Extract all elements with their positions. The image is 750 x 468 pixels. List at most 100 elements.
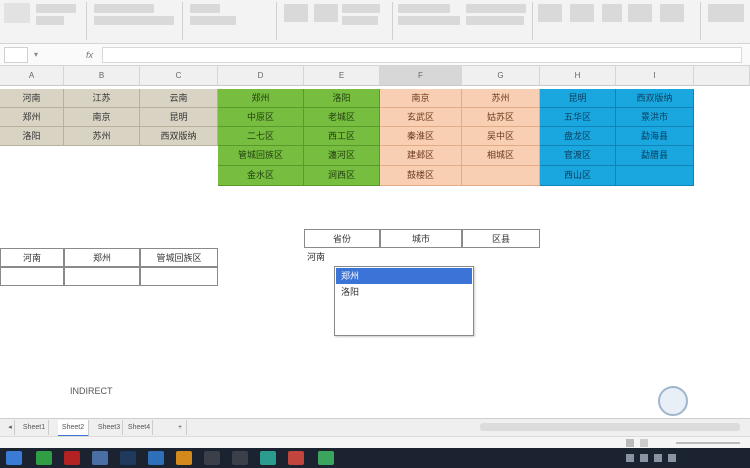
cell[interactable]: 西工区 [304, 127, 380, 146]
cell[interactable]: 郑州 [0, 108, 64, 127]
cell[interactable]: 南京 [380, 89, 462, 108]
cell[interactable] [64, 267, 140, 286]
dropdown-option[interactable]: 洛阳 [336, 284, 472, 300]
dropdown-option[interactable]: 郑州 [336, 268, 472, 284]
cell[interactable]: 玄武区 [380, 108, 462, 127]
active-cell-value[interactable]: 河南 [304, 248, 334, 267]
column-header-e[interactable]: E [304, 66, 380, 86]
cell[interactable]: 老城区 [304, 108, 380, 127]
cell[interactable]: 盘龙区 [540, 127, 616, 146]
cell[interactable]: 苏州 [64, 127, 140, 146]
cell[interactable]: 吴中区 [462, 127, 540, 146]
cell[interactable]: 勐海县 [616, 127, 694, 146]
sheet-tab-active[interactable]: Sheet2 [58, 420, 89, 437]
column-header-g[interactable]: G [462, 66, 540, 86]
tray-icon[interactable] [626, 454, 634, 462]
cell[interactable]: 鼓楼区 [380, 166, 462, 186]
column-header-b[interactable]: B [64, 66, 140, 86]
cell[interactable]: 勐腊县 [616, 146, 694, 166]
app-icon[interactable] [92, 451, 108, 465]
cell[interactable]: 涧西区 [304, 166, 380, 186]
start-icon[interactable] [6, 451, 22, 465]
conditional-format-button[interactable] [398, 4, 450, 13]
app-icon[interactable] [120, 451, 136, 465]
app-icon[interactable] [232, 451, 248, 465]
view-normal-icon[interactable] [626, 439, 634, 447]
column-header-a[interactable]: A [0, 66, 64, 86]
tray-icon[interactable] [654, 454, 662, 462]
column-header-i[interactable]: I [616, 66, 694, 86]
cell[interactable]: 西双版纳 [616, 89, 694, 108]
clock[interactable] [698, 450, 746, 466]
cell[interactable]: 河南 [0, 248, 64, 267]
cell[interactable]: 五华区 [540, 108, 616, 127]
cell[interactable]: 管城回族区 [218, 146, 304, 166]
column-header-h[interactable]: H [540, 66, 616, 86]
function-icon[interactable]: fx [86, 47, 100, 63]
cell[interactable]: 金水区 [218, 166, 304, 186]
sum-button[interactable] [538, 4, 562, 22]
app-icon[interactable] [176, 451, 192, 465]
name-box-dropdown-icon[interactable]: ▾ [34, 50, 38, 59]
cell[interactable]: 秦淮区 [380, 127, 462, 146]
cell[interactable]: 瀍河区 [304, 146, 380, 166]
cell[interactable]: 洛阳 [0, 127, 64, 146]
font-format-controls[interactable] [94, 16, 174, 25]
app-icon[interactable] [288, 451, 304, 465]
column-header-c[interactable]: C [140, 66, 218, 86]
cell[interactable]: 江苏 [64, 89, 140, 108]
cell[interactable]: 苏州 [462, 89, 540, 108]
tab-nav-prev-icon[interactable]: ◂ [6, 420, 15, 435]
align-controls[interactable] [190, 4, 220, 13]
font-select[interactable] [94, 4, 154, 13]
column-header-f[interactable]: F [380, 66, 462, 86]
cell[interactable]: 中原区 [218, 108, 304, 127]
number-format-button[interactable] [284, 4, 308, 22]
cell[interactable]: 建邺区 [380, 146, 462, 166]
align-controls[interactable] [190, 16, 236, 25]
cell[interactable] [462, 166, 540, 186]
cell[interactable]: 云南 [140, 89, 218, 108]
ribbon-control[interactable] [36, 4, 76, 13]
tray-icon[interactable] [668, 454, 676, 462]
cell[interactable]: 区县 [462, 229, 540, 248]
sheet-tab[interactable]: Sheet3 [96, 420, 123, 435]
number-format-select[interactable] [342, 4, 380, 13]
cell[interactable]: 西山区 [540, 166, 616, 186]
ribbon-control[interactable] [36, 16, 64, 25]
add-sheet-icon[interactable]: + [174, 420, 187, 435]
cell[interactable]: 西双版纳 [140, 127, 218, 146]
sort-button[interactable] [602, 4, 622, 22]
column-header-blank[interactable] [694, 66, 750, 86]
cell[interactable] [140, 267, 218, 286]
app-icon[interactable] [36, 451, 52, 465]
app-icon[interactable] [148, 451, 164, 465]
cell[interactable]: 昆明 [540, 89, 616, 108]
cell[interactable]: 省份 [304, 229, 380, 248]
name-box[interactable] [4, 47, 28, 63]
cell[interactable]: 昆明 [140, 108, 218, 127]
horizontal-scrollbar[interactable] [480, 423, 740, 431]
float-widget-icon[interactable] [658, 386, 688, 416]
fill-button[interactable] [660, 4, 684, 22]
sheet-tab[interactable]: Sheet4 [126, 420, 153, 435]
cell[interactable]: 城市 [380, 229, 462, 248]
tray-icon[interactable] [640, 454, 648, 462]
table-style-button[interactable] [398, 16, 460, 25]
column-header-d[interactable]: D [218, 66, 304, 86]
cell[interactable]: 景洪市 [616, 108, 694, 127]
cell[interactable]: 南京 [64, 108, 140, 127]
find-button[interactable] [708, 4, 744, 22]
cell[interactable] [0, 267, 64, 286]
view-layout-icon[interactable] [640, 439, 648, 447]
zoom-slider[interactable] [676, 442, 740, 444]
cell-style-button[interactable] [466, 4, 526, 13]
cell[interactable] [616, 166, 694, 186]
cell[interactable]: 相城区 [462, 146, 540, 166]
formula-input[interactable] [102, 47, 742, 63]
cell[interactable]: 姑苏区 [462, 108, 540, 127]
cell[interactable]: 官渡区 [540, 146, 616, 166]
cell[interactable]: 洛阳 [304, 89, 380, 108]
app-icon[interactable] [260, 451, 276, 465]
number-format-button[interactable] [314, 4, 338, 22]
